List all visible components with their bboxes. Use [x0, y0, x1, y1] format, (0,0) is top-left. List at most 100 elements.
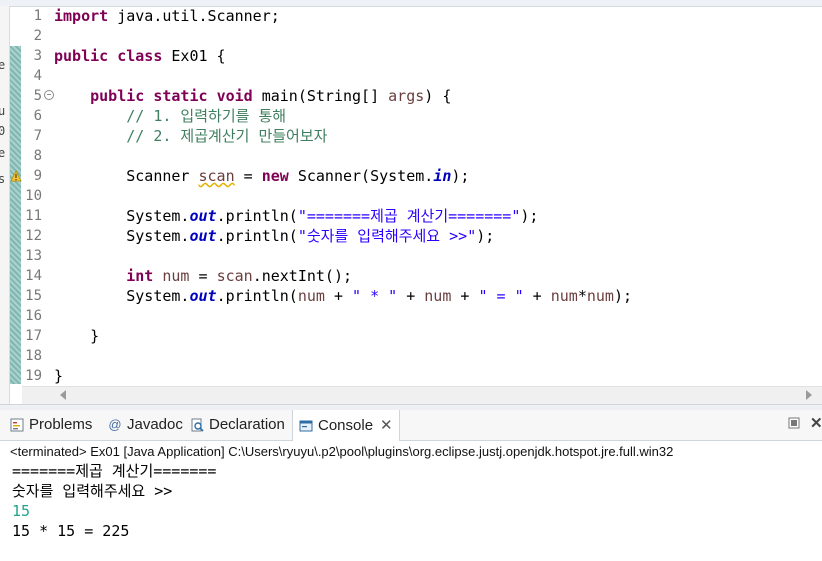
code-line[interactable]: 19} — [22, 366, 822, 386]
code-token: scan — [198, 167, 235, 185]
line-number: 13 — [25, 248, 42, 264]
code-token: = — [234, 167, 262, 185]
line-number: 9 — [33, 168, 42, 184]
code-line[interactable]: 14 int num = scan.nextInt(); — [22, 266, 822, 286]
code-line[interactable]: 3 public class Ex01 { — [22, 46, 822, 66]
code-token: out — [189, 287, 217, 305]
code-line[interactable]: 10 — [22, 186, 822, 206]
code-line[interactable]: 2 — [22, 26, 822, 46]
code-token: // 2. 제곱계산기 만들어보자 — [54, 127, 328, 145]
code-token: System. — [54, 227, 190, 245]
code-line[interactable]: 17 } — [22, 326, 822, 346]
code-line[interactable]: 1 import java.util.Scanner; — [22, 6, 822, 26]
code-line[interactable]: 15 System.out.println(num + " * " + num … — [22, 286, 822, 306]
change-marker-column — [10, 46, 21, 384]
code-token: + — [397, 287, 425, 305]
code-token: num — [162, 267, 190, 285]
code-token: " = " — [478, 287, 524, 305]
editor-horizontal-scrollbar[interactable] — [22, 386, 822, 405]
code-token: args — [388, 87, 425, 105]
line-number: 8 — [33, 148, 42, 164]
code-token: .println( — [216, 287, 298, 305]
line-number: 10 — [25, 188, 42, 204]
warning-icon[interactable] — [10, 170, 22, 182]
code-token: System. — [54, 287, 190, 305]
console-icon — [299, 420, 313, 431]
code-token: out — [189, 207, 217, 225]
code-line[interactable]: 7 // 2. 제곱계산기 만들어보자 — [22, 126, 822, 146]
code-token: out — [189, 227, 217, 245]
code-token: // 1. 입력하기를 통해 — [54, 107, 287, 125]
code-text: System.out.println("숫자를 입력해주세요 >>"); — [54, 226, 494, 246]
console-output-line: 숫자를 입력해주세요 >> — [12, 482, 173, 500]
code-token: } — [54, 367, 64, 385]
code-line[interactable]: 16 — [22, 306, 822, 326]
console-output[interactable]: <terminated> Ex01 [Java Application] C:\… — [0, 441, 822, 561]
code-line[interactable]: 13 — [22, 246, 822, 266]
code-line[interactable]: 6 // 1. 입력하기를 통해 — [22, 106, 822, 126]
code-line[interactable]: 8 — [22, 146, 822, 166]
line-number: 14 — [25, 268, 42, 284]
line-number: 16 — [25, 308, 42, 324]
code-token: public — [54, 47, 109, 65]
clipped-explorer-text: 0 — [0, 124, 5, 138]
code-token: in — [433, 167, 452, 185]
scroll-left-icon[interactable] — [60, 390, 66, 400]
code-token: + — [523, 287, 551, 305]
close-view-icon[interactable]: ✕ — [810, 414, 822, 432]
code-token: num — [550, 287, 578, 305]
at-icon: @ — [108, 417, 122, 432]
console-output-line: =======제곱 계산기======= — [12, 462, 217, 480]
code-text: public class Ex01 { — [54, 46, 226, 66]
code-token: = — [189, 267, 217, 285]
line-number: 5 — [33, 88, 42, 104]
code-token: .println( — [216, 207, 298, 225]
code-token: + — [324, 287, 353, 305]
code-line[interactable]: 11 System.out.println("=======제곱 계산기====… — [22, 206, 822, 226]
clipped-explorer-text: u — [0, 104, 5, 118]
code-text: // 2. 제곱계산기 만들어보자 — [54, 126, 327, 146]
code-line[interactable]: 12 System.out.println("숫자를 입력해주세요 >>"); — [22, 226, 822, 246]
code-token: .nextInt(); — [252, 267, 353, 285]
minimize-icon[interactable] — [788, 417, 800, 429]
tab-console[interactable]: Console ✕ — [292, 410, 400, 441]
scroll-right-icon[interactable] — [806, 390, 812, 400]
code-line[interactable]: 4 — [22, 66, 822, 86]
tab-problems[interactable]: Problems — [10, 410, 92, 440]
tab-console-label: Console — [318, 416, 374, 434]
code-token: ); — [451, 167, 470, 185]
tab-javadoc[interactable]: @ Javadoc — [108, 410, 182, 440]
code-text: System.out.println(num + " * " + num + "… — [54, 286, 632, 306]
line-number: 12 — [25, 228, 42, 244]
line-number: 2 — [33, 28, 42, 44]
code-token: ); — [613, 287, 632, 305]
code-editor[interactable]: 1 import java.util.Scanner; 2 3 public class… — [22, 6, 822, 386]
code-line[interactable]: 9 Scanner scan = new Scanner(System.in); — [22, 166, 822, 186]
code-token: public — [90, 87, 145, 105]
code-token: .println( — [216, 227, 298, 245]
tab-declaration[interactable]: Declaration — [190, 410, 285, 440]
code-text: int num = scan.nextInt(); — [54, 266, 352, 286]
code-token: + — [451, 287, 479, 305]
code-token: new — [261, 167, 289, 185]
line-number: 15 — [25, 288, 42, 304]
code-token: } — [54, 327, 100, 345]
line-number: 17 — [25, 328, 42, 344]
code-token: void — [216, 87, 253, 105]
code-token: Scanner(System. — [288, 167, 434, 185]
fold-toggle-icon[interactable]: − — [44, 90, 54, 100]
console-terminated-status: <terminated> Ex01 [Java Application] C:\… — [10, 444, 674, 459]
clipped-explorer-text: e — [0, 146, 5, 160]
code-line[interactable]: 5− public static void main(String[] args… — [22, 86, 822, 106]
code-token: ); — [520, 207, 539, 225]
code-text: public static void main(String[] args) { — [54, 86, 451, 106]
code-token: num — [297, 287, 325, 305]
close-icon[interactable]: ✕ — [380, 411, 393, 441]
code-line[interactable]: 18 — [22, 346, 822, 366]
view-tab-bar: Problems @ Javadoc Declaration Console ✕… — [0, 410, 822, 441]
